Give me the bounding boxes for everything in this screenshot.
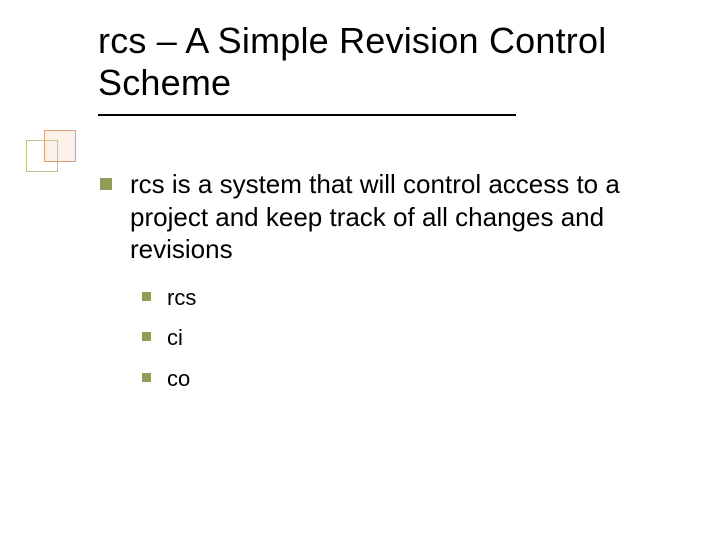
bullet-text: ci	[167, 324, 183, 353]
square-bullet-icon	[142, 292, 151, 301]
deco-square-orange	[44, 130, 76, 162]
sub-bullet-list: rcs ci co	[142, 284, 660, 394]
title-underline	[98, 114, 516, 116]
bullet-level1: rcs is a system that will control access…	[100, 168, 660, 266]
square-bullet-icon	[142, 373, 151, 382]
corner-decoration	[26, 130, 74, 178]
bullet-level2: rcs	[142, 284, 660, 313]
slide-title: rcs – A Simple Revision Control Scheme	[98, 20, 658, 105]
bullet-level2: co	[142, 365, 660, 394]
square-bullet-icon	[100, 178, 112, 190]
square-bullet-icon	[142, 332, 151, 341]
bullet-level2: ci	[142, 324, 660, 353]
slide-body: rcs is a system that will control access…	[100, 168, 660, 405]
bullet-text: rcs is a system that will control access…	[130, 168, 660, 266]
bullet-text: rcs	[167, 284, 196, 313]
slide: rcs – A Simple Revision Control Scheme r…	[0, 0, 720, 540]
bullet-text: co	[167, 365, 190, 394]
